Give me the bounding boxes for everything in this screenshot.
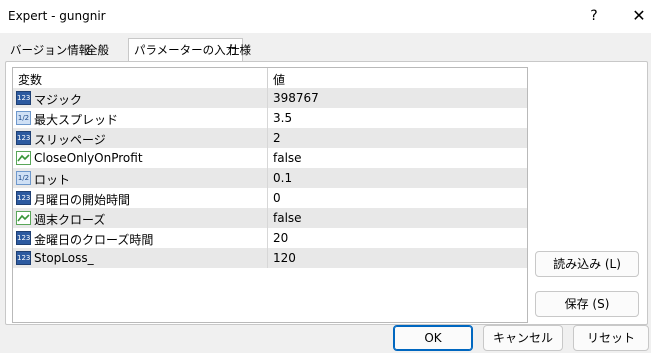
header-variable[interactable]: 変数 — [18, 71, 42, 88]
load-button[interactable]: 読み込み (L) — [535, 251, 639, 277]
parameter-grid[interactable]: 変数 値 123 マジック 398767 1/2 最大スプレッド 3.5 123 スリ… — [12, 67, 528, 323]
param-name: CloseOnlyOnProfit — [34, 151, 143, 165]
close-button[interactable]: ✕ — [628, 6, 650, 26]
table-row[interactable]: 週末クローズ false — [13, 208, 527, 228]
save-button[interactable]: 保存 (S) — [535, 291, 639, 317]
param-name: ロット — [34, 173, 71, 187]
param-value[interactable]: false — [273, 211, 302, 225]
param-name: 月曜日の開始時間 — [34, 193, 131, 207]
tab-version-info[interactable]: バージョン情報 — [8, 41, 92, 60]
param-name: StopLoss_ — [34, 251, 94, 265]
int-icon: 123 — [16, 251, 31, 265]
int-icon: 123 — [16, 91, 31, 105]
help-button[interactable]: ? — [583, 6, 605, 26]
table-row[interactable]: 123 StopLoss_ 120 — [13, 248, 527, 268]
title-bar: Expert - gungnir ? ✕ — [0, 0, 651, 33]
bool-icon — [16, 211, 31, 225]
bool-icon — [16, 151, 31, 165]
table-row[interactable]: 123 マジック 398767 — [13, 88, 527, 108]
param-value[interactable]: 0.1 — [273, 171, 292, 185]
param-value[interactable]: false — [273, 151, 302, 165]
table-row[interactable]: 123 金曜日のクローズ時間 20 — [13, 228, 527, 248]
tab-bar: バージョン情報 全般 パラメーターの入力 仕様 — [0, 33, 651, 62]
param-value[interactable]: 2 — [273, 131, 281, 145]
table-row[interactable]: 1/2 ロット 0.1 — [13, 168, 527, 188]
table-row[interactable]: 123 スリッページ 2 — [13, 128, 527, 148]
cancel-button[interactable]: キャンセル — [483, 325, 563, 351]
param-value[interactable]: 3.5 — [273, 111, 292, 125]
double-icon: 1/2 — [16, 111, 31, 125]
param-value[interactable]: 398767 — [273, 91, 319, 105]
param-name: 週末クローズ — [34, 213, 106, 227]
int-icon: 123 — [16, 191, 31, 205]
table-row[interactable]: 1/2 最大スプレッド 3.5 — [13, 108, 527, 128]
ok-button[interactable]: OK — [393, 325, 473, 351]
param-value[interactable]: 120 — [273, 251, 296, 265]
param-name: マジック — [34, 93, 83, 107]
table-row[interactable]: 123 月曜日の開始時間 0 — [13, 188, 527, 208]
table-row[interactable]: CloseOnlyOnProfit false — [13, 148, 527, 168]
param-name: 最大スプレッド — [34, 113, 119, 127]
param-name: 金曜日のクローズ時間 — [34, 233, 154, 247]
int-icon: 123 — [16, 231, 31, 245]
window-title: Expert - gungnir — [8, 9, 106, 23]
param-name: スリッページ — [34, 133, 106, 147]
tab-specification[interactable]: 仕様 — [226, 41, 253, 60]
reset-button[interactable]: リセット — [573, 325, 649, 351]
grid-header: 変数 値 — [13, 68, 527, 88]
int-icon: 123 — [16, 131, 31, 145]
tab-general[interactable]: 全般 — [84, 41, 111, 60]
param-value[interactable]: 0 — [273, 191, 281, 205]
param-value[interactable]: 20 — [273, 231, 288, 245]
header-value[interactable]: 値 — [273, 71, 285, 88]
double-icon: 1/2 — [16, 171, 31, 185]
